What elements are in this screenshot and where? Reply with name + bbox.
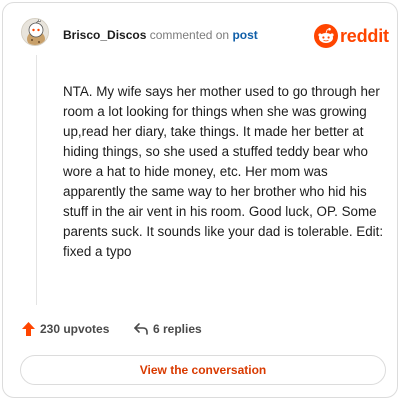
- comment-card: Brisco_Discos commented on post reddit N…: [2, 2, 398, 398]
- action-text: commented on: [149, 28, 230, 42]
- reddit-logo[interactable]: reddit: [314, 24, 389, 48]
- upvote-count: 230 upvotes: [40, 322, 110, 336]
- comment-body: NTA. My wife says her mother used to go …: [63, 84, 384, 259]
- reply-arrow-icon[interactable]: [133, 322, 149, 341]
- upvote-arrow-icon[interactable]: [21, 321, 36, 342]
- thread-line: [36, 55, 37, 305]
- comment-meta: Brisco_Discos commented on post: [63, 28, 258, 42]
- logo-wordmark: reddit: [340, 26, 389, 46]
- comment-header: Brisco_Discos commented on post reddit: [3, 3, 397, 67]
- reddit-logo-icon: [314, 24, 338, 48]
- comment-actions: 230 upvotes 6 replies: [3, 317, 397, 341]
- post-link[interactable]: post: [232, 28, 257, 42]
- user-avatar[interactable]: [21, 18, 49, 46]
- reply-count: 6 replies: [153, 322, 202, 336]
- view-conversation-button[interactable]: View the conversation: [20, 355, 386, 385]
- snoo-avatar-icon: [22, 19, 48, 45]
- author-name[interactable]: Brisco_Discos: [63, 28, 146, 42]
